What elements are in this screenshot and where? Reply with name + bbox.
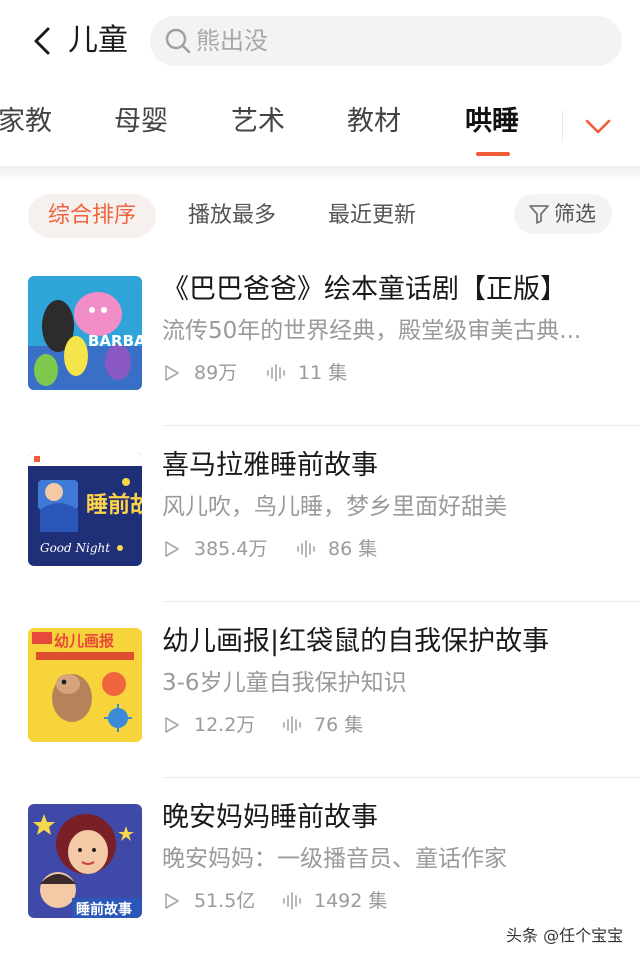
- watermark: 头条 @任个宝宝: [506, 926, 624, 945]
- tab-jiajiao[interactable]: 家教: [0, 102, 52, 142]
- album-description: 风儿吹，鸟儿睡，梦乡里面好甜美: [162, 494, 507, 520]
- cover-text: 幼儿画报: [54, 632, 114, 650]
- audio-wave-icon: [283, 716, 301, 734]
- tab-jiaocai[interactable]: 教材: [347, 102, 401, 142]
- cover-art-barbapapa: BARBA: [28, 276, 142, 390]
- header: 儿童: [0, 0, 640, 84]
- page-title: 儿童: [68, 23, 128, 58]
- album-cover[interactable]: Good Night 睡前故事: [28, 452, 142, 566]
- filter-button[interactable]: 筛选: [514, 194, 612, 234]
- cover-art-kangaroo: 幼儿画报: [28, 628, 142, 742]
- sort-option-recent[interactable]: 最近更新: [328, 194, 416, 238]
- album-description: 晚安妈妈：一级播音员、童话作家: [162, 846, 507, 872]
- divider: [562, 110, 563, 142]
- cover-text: 睡前故事: [76, 901, 132, 918]
- album-description: 3-6岁儿童自我保护知识: [162, 670, 407, 696]
- cover-art-bedtime: Good Night 睡前故事: [28, 452, 142, 566]
- list-item[interactable]: 幼儿画报 幼儿画报|红袋鼠的自我保护故事 3-6岁儿童自我保护知识 12.2万 …: [0, 602, 640, 778]
- audio-wave-icon: [283, 892, 301, 910]
- filter-label: 筛选: [554, 202, 596, 226]
- tab-hongshui[interactable]: 哄睡: [465, 102, 519, 142]
- category-tabs: 家教 母婴 艺术 教材 哄睡: [0, 84, 640, 168]
- album-title[interactable]: 幼儿画报|红袋鼠的自我保护故事: [162, 622, 549, 662]
- cover-art-goodnight-mom: 睡前故事: [28, 804, 142, 918]
- sort-option-comprehensive[interactable]: 综合排序: [28, 194, 157, 238]
- play-icon: [165, 893, 179, 909]
- chevron-down-icon: [585, 119, 611, 134]
- episode-count: 11 集: [298, 362, 348, 384]
- album-title[interactable]: 喜马拉雅睡前故事: [162, 446, 378, 486]
- cover-text: BARBA: [88, 332, 142, 350]
- sort-option-most-played[interactable]: 播放最多: [188, 194, 276, 238]
- sort-bar: 综合排序 播放最多 最近更新 筛选: [0, 190, 640, 246]
- episode-count: 76 集: [314, 714, 364, 736]
- search-input[interactable]: [196, 26, 596, 56]
- audio-wave-icon: [297, 540, 315, 558]
- tab-muying[interactable]: 母婴: [114, 102, 168, 142]
- album-title[interactable]: 晚安妈妈睡前故事: [162, 798, 378, 838]
- tab-yishu[interactable]: 艺术: [231, 102, 285, 142]
- album-cover[interactable]: 幼儿画报: [28, 628, 142, 742]
- active-tab-indicator: [476, 152, 510, 156]
- album-title[interactable]: 《巴巴爸爸》绘本童话剧【正版】: [162, 270, 567, 310]
- episode-count: 1492 集: [314, 890, 388, 912]
- play-icon: [165, 717, 179, 733]
- play-count: 89万: [194, 362, 238, 384]
- list-item[interactable]: Good Night 睡前故事 喜马拉雅睡前故事 风儿吹，鸟儿睡，梦乡里面好甜美…: [0, 426, 640, 602]
- audio-wave-icon: [267, 364, 285, 382]
- album-cover[interactable]: BARBA: [28, 276, 142, 390]
- list-item[interactable]: BARBA 《巴巴爸爸》绘本童话剧【正版】 流传50年的世界经典，殿堂级审美古典…: [0, 250, 640, 426]
- expand-tabs-button[interactable]: [562, 84, 640, 168]
- play-count: 385.4万: [194, 538, 268, 560]
- play-count: 12.2万: [194, 714, 256, 736]
- album-cover[interactable]: 睡前故事: [28, 804, 142, 918]
- play-count: 51.5亿: [194, 890, 256, 912]
- play-icon: [165, 541, 179, 557]
- back-icon[interactable]: [28, 26, 58, 56]
- play-icon: [165, 365, 179, 381]
- filter-icon: [529, 205, 549, 224]
- album-description: 流传50年的世界经典，殿堂级审美古典...: [162, 318, 582, 344]
- svg-text:Good Night: Good Night: [40, 541, 110, 555]
- cover-text: 睡前故事: [86, 492, 142, 518]
- tabs-shadow: [0, 166, 640, 182]
- search-icon: [165, 28, 191, 54]
- episode-count: 86 集: [328, 538, 378, 560]
- search-bar[interactable]: [150, 16, 622, 66]
